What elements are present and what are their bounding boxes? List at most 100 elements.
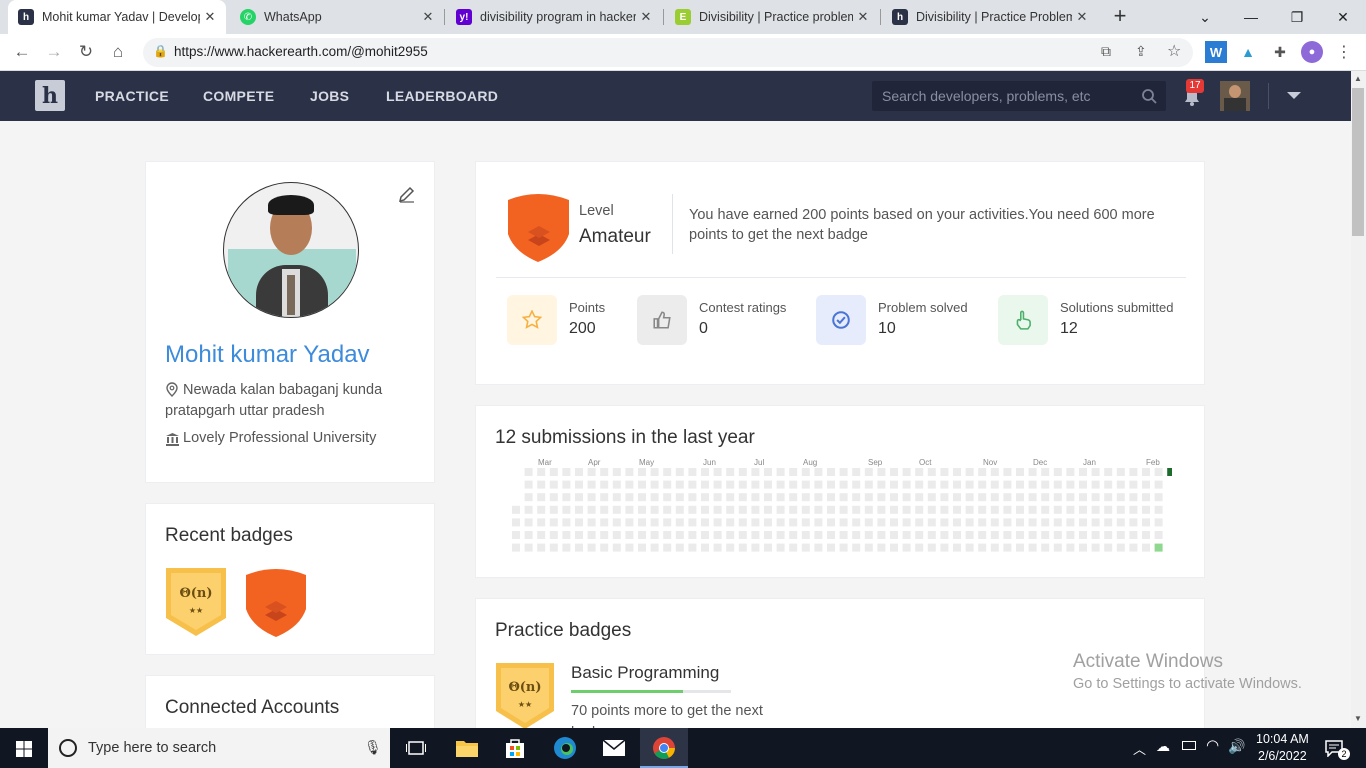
heatmap-day-cell[interactable]: [688, 505, 697, 514]
heatmap-day-cell[interactable]: [1104, 505, 1113, 514]
heatmap-day-cell[interactable]: [600, 480, 609, 489]
heatmap-day-cell[interactable]: [852, 543, 861, 552]
heatmap-day-cell[interactable]: [1066, 518, 1075, 527]
heatmap-day-cell[interactable]: [915, 468, 924, 476]
browser-tab[interactable]: h Mohit kumar Yadav | Develop ✕: [8, 0, 226, 34]
heatmap-day-cell[interactable]: [789, 531, 798, 539]
heatmap-day-cell[interactable]: [915, 518, 924, 527]
heatmap-day-cell[interactable]: [877, 493, 886, 502]
heatmap-day-cell[interactable]: [688, 468, 697, 476]
heatmap-day-cell[interactable]: [1028, 543, 1037, 552]
heatmap-day-cell[interactable]: [512, 543, 520, 552]
heatmap-day-cell[interactable]: [1154, 531, 1163, 539]
clock-time[interactable]: 10:04 AM: [1256, 732, 1309, 746]
heatmap-day-cell[interactable]: [801, 480, 810, 489]
file-explorer-icon[interactable]: [455, 738, 479, 758]
heatmap-day-cell[interactable]: [751, 505, 760, 514]
back-icon[interactable]: ←: [8, 38, 36, 66]
heatmap-day-cell[interactable]: [877, 518, 886, 527]
heatmap-day-cell[interactable]: [877, 480, 886, 489]
heatmap-day-cell[interactable]: [1116, 505, 1125, 514]
heatmap-day-cell[interactable]: [1129, 543, 1138, 552]
heatmap-day-cell[interactable]: [789, 505, 798, 514]
windows-start-icon[interactable]: [16, 741, 32, 757]
edge-browser-icon[interactable]: [553, 736, 577, 760]
heatmap-day-cell[interactable]: [1016, 518, 1024, 527]
heatmap-day-cell[interactable]: [877, 531, 886, 539]
heatmap-day-cell[interactable]: [600, 468, 609, 476]
heatmap-day-cell[interactable]: [562, 518, 571, 527]
heatmap-day-cell[interactable]: [827, 543, 835, 552]
heatmap-day-cell[interactable]: [701, 493, 709, 502]
heatmap-day-cell[interactable]: [1091, 518, 1100, 527]
heatmap-day-cell[interactable]: [827, 493, 835, 502]
heatmap-day-cell[interactable]: [1142, 505, 1150, 514]
heatmap-day-cell[interactable]: [852, 493, 861, 502]
browser-menu-icon[interactable]: ⋮: [1333, 41, 1355, 63]
heatmap-day-cell[interactable]: [801, 493, 810, 502]
heatmap-day-cell[interactable]: [1091, 543, 1100, 552]
heatmap-day-cell[interactable]: [713, 493, 722, 502]
taskbar-search-box[interactable]: Type here to search 🎙: [48, 728, 390, 768]
heatmap-day-cell[interactable]: [1041, 518, 1050, 527]
heatmap-day-cell[interactable]: [814, 480, 823, 489]
heatmap-day-cell[interactable]: [587, 468, 596, 476]
heatmap-day-cell[interactable]: [1053, 480, 1062, 489]
heatmap-day-cell[interactable]: [764, 531, 772, 539]
heatmap-day-cell[interactable]: [575, 531, 583, 539]
heatmap-day-cell[interactable]: [1142, 531, 1150, 539]
heatmap-day-cell[interactable]: [965, 531, 974, 539]
heatmap-day-cell[interactable]: [625, 468, 634, 476]
heatmap-day-cell[interactable]: [726, 493, 735, 502]
heatmap-day-cell[interactable]: [713, 480, 722, 489]
heatmap-day-cell[interactable]: [1142, 493, 1150, 502]
heatmap-day-cell[interactable]: [562, 468, 571, 476]
heatmap-day-cell[interactable]: [1066, 480, 1075, 489]
heatmap-day-cell[interactable]: [1003, 468, 1012, 476]
clock-date[interactable]: 2/6/2022: [1258, 749, 1307, 763]
heatmap-day-cell[interactable]: [1041, 480, 1050, 489]
heatmap-day-cell[interactable]: [990, 518, 999, 527]
heatmap-day-cell[interactable]: [902, 518, 911, 527]
heatmap-day-cell[interactable]: [789, 468, 798, 476]
heatmap-day-cell[interactable]: [978, 543, 987, 552]
heatmap-day-cell[interactable]: [776, 505, 785, 514]
heatmap-day-cell[interactable]: [927, 505, 936, 514]
heatmap-day-cell[interactable]: [537, 543, 546, 552]
nav-leaderboard[interactable]: LEADERBOARD: [386, 88, 498, 104]
heatmap-day-cell[interactable]: [1053, 543, 1062, 552]
heatmap-day-cell[interactable]: [827, 505, 835, 514]
heatmap-day-cell[interactable]: [549, 468, 558, 476]
heatmap-day-cell[interactable]: [801, 543, 810, 552]
heatmap-day-cell[interactable]: [751, 493, 760, 502]
heatmap-day-cell[interactable]: [902, 493, 911, 502]
heatmap-day-cell[interactable]: [738, 493, 747, 502]
heatmap-day-cell[interactable]: [764, 493, 772, 502]
practice-theta-badge-icon[interactable]: [495, 662, 555, 730]
heatmap-day-cell[interactable]: [852, 531, 861, 539]
heatmap-day-cell[interactable]: [1116, 468, 1125, 476]
heatmap-day-cell[interactable]: [965, 518, 974, 527]
heatmap-day-cell[interactable]: [713, 543, 722, 552]
nav-jobs[interactable]: JOBS: [310, 88, 349, 104]
heatmap-day-cell[interactable]: [713, 468, 722, 476]
heatmap-day-cell[interactable]: [927, 531, 936, 539]
heatmap-day-cell[interactable]: [751, 543, 760, 552]
heatmap-day-cell[interactable]: [587, 480, 596, 489]
heatmap-day-cell[interactable]: [764, 468, 772, 476]
heatmap-day-cell[interactable]: [638, 505, 646, 514]
heatmap-day-cell[interactable]: [814, 468, 823, 476]
heatmap-day-cell[interactable]: [953, 480, 961, 489]
heatmap-day-cell[interactable]: [839, 505, 848, 514]
heatmap-day-cell[interactable]: [890, 468, 898, 476]
heatmap-day-cell[interactable]: [1053, 531, 1062, 539]
heatmap-day-cell[interactable]: [864, 543, 873, 552]
heatmap-day-cell[interactable]: [587, 493, 596, 502]
heatmap-day-cell[interactable]: [1028, 493, 1037, 502]
heatmap-day-cell[interactable]: [638, 543, 646, 552]
heatmap-day-cell[interactable]: [965, 493, 974, 502]
heatmap-day-cell[interactable]: [1066, 531, 1075, 539]
heatmap-day-cell[interactable]: [1104, 543, 1113, 552]
heatmap-day-cell[interactable]: [512, 531, 520, 539]
heatmap-day-cell[interactable]: [890, 505, 898, 514]
